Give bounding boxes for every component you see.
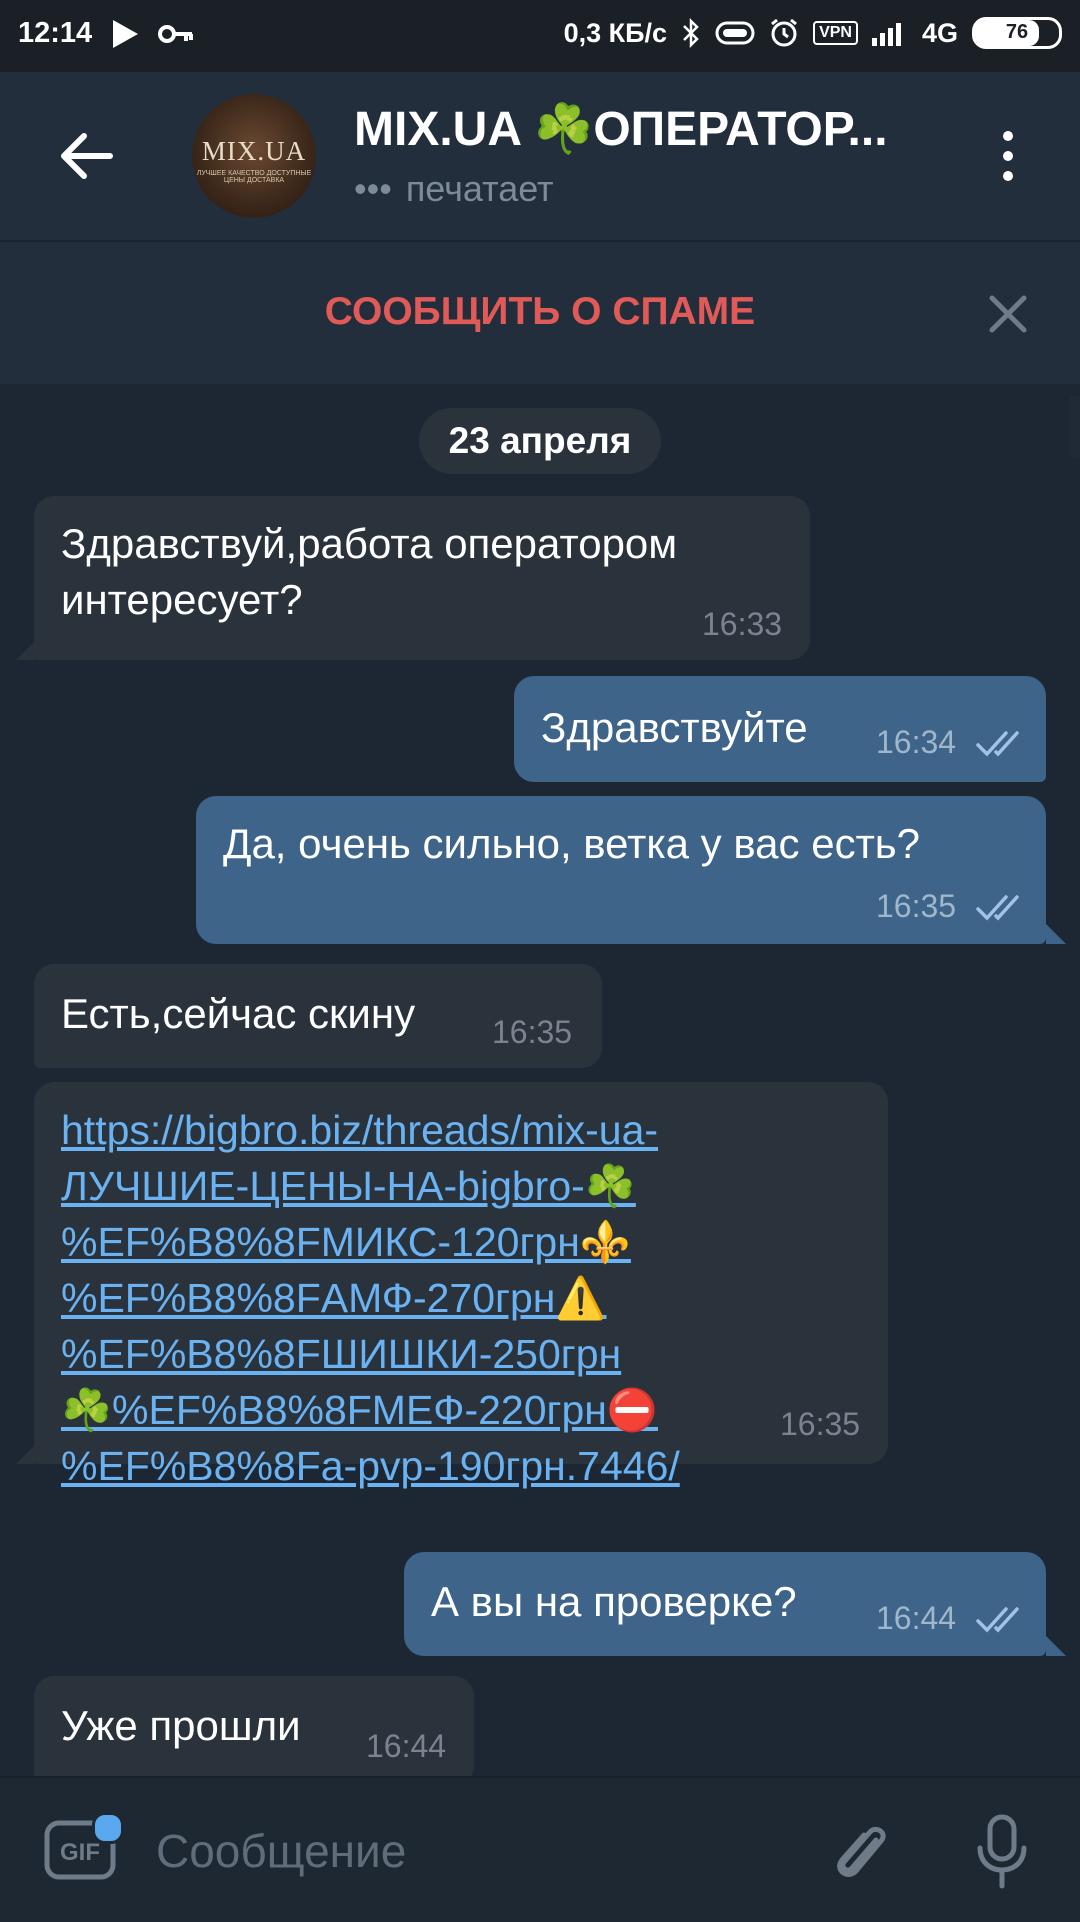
date-separator: 23 апреля [419, 408, 661, 474]
message-composer: GIF [0, 1776, 1080, 1922]
network-speed: 0,3 КБ/с [563, 17, 668, 48]
status-time: 12:14 [18, 17, 93, 49]
report-spam-button[interactable]: СООБЩИТЬ О СПАМЕ [0, 290, 1080, 334]
battery-icon: 76 [972, 17, 1062, 49]
play-icon [113, 19, 139, 48]
avatar-logo-text: MIX.UA [201, 136, 307, 166]
message-time: 16:35 [492, 1014, 573, 1050]
chat-header: MIX.UA ЛУЧШЕЕ КАЧЕСТВО ДОСТУПНЫЕ ЦЕНЫ ДО… [0, 72, 1080, 240]
link-text-line[interactable]: %EF%B8%8FШИШКИ-250грн [61, 1326, 680, 1382]
alarm-icon [771, 18, 797, 47]
typing-status-text: печатает [405, 168, 554, 209]
link-text-line[interactable]: %EF%B8%8Fa-pvp-190грн.7446/ [61, 1438, 680, 1494]
message-text: Здравствуй,работа оператором интересует? [61, 516, 677, 628]
link-text-line[interactable]: %EF%B8%8FАМФ-270грн⚠️ [61, 1270, 680, 1326]
microphone-icon[interactable] [972, 1814, 1032, 1890]
message-time: 16:33 [702, 606, 783, 642]
spam-report-bar: СООБЩИТЬ О СПАМЕ [0, 240, 1080, 384]
bubble-tail [1046, 924, 1066, 944]
bluetooth-icon [683, 17, 699, 49]
check-double-icon [976, 1607, 1019, 1633]
gif-label: GIF [60, 1839, 100, 1866]
message-time: 16:44 [876, 1600, 957, 1636]
message-input[interactable] [154, 1814, 798, 1888]
message-time: 16:44 [366, 1728, 447, 1764]
incoming-message[interactable]: Здравствуй,работа оператором интересует?… [34, 496, 810, 660]
outgoing-message[interactable]: Да, очень сильно, ветка у вас есть? 16:3… [196, 796, 1046, 944]
chat-title[interactable]: MIX.UA ☘️ОПЕРАТОР... [354, 100, 934, 157]
message-time: 16:35 [780, 1406, 861, 1442]
message-text: А вы на проверке? [431, 1578, 797, 1625]
message-text-line: Здравствуй,работа оператором [61, 520, 678, 567]
battery-level: 76 [1005, 21, 1029, 43]
outgoing-message[interactable]: А вы на проверке? 16:44 [404, 1552, 1046, 1656]
bubble-tail [16, 640, 36, 660]
message-text: Уже прошли [61, 1702, 301, 1749]
incoming-message[interactable]: Есть,сейчас скину 16:35 [34, 964, 602, 1068]
message-text-line: интересует? [61, 576, 303, 623]
message-text: Есть,сейчас скину [61, 990, 416, 1037]
check-double-icon [976, 895, 1019, 921]
typing-status: ••• печатает [354, 168, 554, 210]
outgoing-message[interactable]: Здравствуйте 16:34 [514, 676, 1046, 782]
close-icon[interactable] [984, 290, 1032, 338]
toggle-icon [715, 21, 755, 45]
bubble-tail [1046, 1636, 1066, 1656]
avatar[interactable]: MIX.UA ЛУЧШЕЕ КАЧЕСТВО ДОСТУПНЫЕ ЦЕНЫ ДО… [192, 94, 316, 218]
avatar-logo-subtext: ЛУЧШЕЕ КАЧЕСТВО ДОСТУПНЫЕ ЦЕНЫ ДОСТАВКА [196, 170, 312, 184]
back-arrow-icon[interactable] [52, 120, 124, 192]
message-text: Да, очень сильно, ветка у вас есть? [223, 820, 921, 867]
link-text-line[interactable]: https://bigbro.biz/threads/mix-ua- [61, 1102, 680, 1158]
notification-dot [92, 1812, 124, 1844]
link-text-line[interactable]: ЛУЧШИЕ-ЦЕНЫ-НА-bigbro-☘️ [61, 1158, 680, 1214]
network-type: 4G [921, 17, 958, 48]
bubble-tail [16, 1444, 36, 1464]
message-text: Здравствуйте [541, 704, 808, 751]
key-icon [158, 24, 194, 43]
typing-dots-icon: ••• [354, 168, 392, 209]
link-text-line[interactable]: ☘️%EF%B8%8FМЕФ-220грн⛔ [61, 1382, 680, 1438]
incoming-message[interactable]: Уже прошли 16:44 [34, 1676, 474, 1776]
more-vertical-icon[interactable] [986, 126, 1030, 186]
message-time: 16:35 [876, 888, 957, 924]
paperclip-icon[interactable] [830, 1818, 894, 1890]
incoming-link-message[interactable]: https://bigbro.biz/threads/mix-ua- ЛУЧШИ… [34, 1082, 888, 1489]
signal-icon [871, 23, 901, 46]
link-text-line[interactable]: %EF%B8%8FМИКС-120грн⚜️ [61, 1214, 680, 1270]
message-time: 16:34 [876, 724, 957, 760]
message-link[interactable]: https://bigbro.biz/threads/mix-ua- ЛУЧШИ… [61, 1102, 680, 1494]
status-bar: 12:14 0,3 КБ/с VPN 4G 76 [0, 0, 1080, 72]
vpn-badge: VPN [813, 21, 858, 45]
scrollbar[interactable] [1070, 396, 1080, 458]
check-double-icon [976, 731, 1019, 757]
message-list[interactable]: 23 апреля Здравствуй,работа оператором и… [0, 384, 1080, 1776]
